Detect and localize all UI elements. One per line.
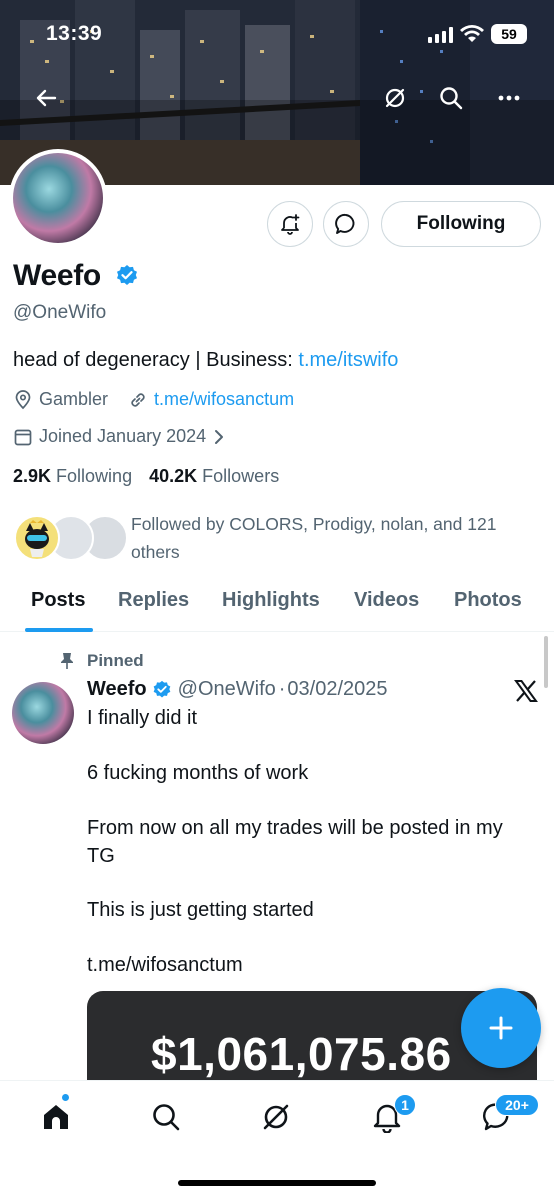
plus-icon <box>489 1016 513 1040</box>
active-tab-indicator <box>25 628 93 632</box>
search-button[interactable] <box>433 80 469 116</box>
post-line: From now on all my trades will be posted… <box>87 817 503 839</box>
profile-handle: @OneWifo <box>13 302 107 323</box>
nav-search[interactable] <box>144 1095 188 1139</box>
home-icon <box>44 1105 68 1129</box>
post-line: TG <box>87 845 115 867</box>
post-header: Weefo @OneWifo · 03/02/2025 <box>87 678 388 701</box>
profile-bio: head of degeneracy | Business: t.me/itsw… <box>13 349 398 372</box>
location-text: Gambler <box>39 389 109 409</box>
message-button[interactable] <box>323 201 369 247</box>
back-button[interactable] <box>28 80 64 116</box>
grok-icon <box>385 88 405 108</box>
notification-subscribe-button[interactable] <box>267 201 313 247</box>
location-pin-icon <box>13 389 33 410</box>
post-line: I finally did it <box>87 707 198 729</box>
search-icon <box>440 87 463 110</box>
profile-tabs: Posts Replies Highlights Videos Photos <box>0 584 554 632</box>
chat-bubble-icon <box>335 213 355 234</box>
tab-highlights[interactable]: Highlights <box>222 589 320 612</box>
bell-plus-icon <box>281 214 300 235</box>
post-separator: · <box>278 678 286 700</box>
post-line: 6 fucking months of work <box>87 762 309 784</box>
status-time: 13:39 <box>46 22 103 45</box>
follow-stats: 2.9K Following 40.2K Followers <box>13 466 279 487</box>
post-line: This is just getting started <box>87 899 314 921</box>
cat-avatar-icon <box>17 518 57 558</box>
link-icon <box>128 390 148 410</box>
profile-name: Weefo <box>13 259 101 292</box>
more-button[interactable] <box>491 80 527 116</box>
status-bar: 13:39 59 <box>0 0 554 70</box>
joined-row[interactable]: Joined January 2024 <box>13 426 230 447</box>
tab-videos[interactable]: Videos <box>354 589 419 612</box>
battery-indicator: 59 <box>491 24 527 44</box>
card-amount: $1,061,075.86 <box>151 1028 452 1080</box>
grok-icon <box>263 1104 289 1130</box>
tab-replies[interactable]: Replies <box>118 589 189 612</box>
nav-home[interactable] <box>34 1095 78 1139</box>
following-stat[interactable]: 2.9K Following <box>13 466 132 486</box>
post-author-name[interactable]: Weefo <box>87 678 147 701</box>
scrollbar[interactable] <box>544 636 548 688</box>
tab-posts[interactable]: Posts <box>31 589 85 612</box>
tab-photos[interactable]: Photos <box>454 589 522 612</box>
avatar-image <box>13 153 103 243</box>
following-button[interactable]: Following <box>381 201 541 247</box>
pinned-label: Pinned <box>59 651 144 671</box>
post-author-handle: @OneWifo <box>177 678 276 700</box>
grok-button[interactable] <box>377 80 413 116</box>
x-logo-icon <box>514 680 538 702</box>
wifi-icon <box>460 25 484 42</box>
followed-by-avatars[interactable] <box>14 515 128 561</box>
more-dots-icon <box>498 95 520 101</box>
pin-icon <box>61 653 73 669</box>
post-author-avatar[interactable] <box>12 682 74 744</box>
bio-text: head of degeneracy | Business: <box>13 349 299 371</box>
verified-badge-icon[interactable] <box>115 264 139 288</box>
bio-link[interactable]: t.me/itswifo <box>298 349 398 371</box>
home-unread-dot <box>61 1093 70 1102</box>
home-indicator <box>178 1180 376 1186</box>
profile-meta-row: Gambler t.me/wifosanctum <box>13 389 294 410</box>
chevron-right-icon <box>214 429 224 445</box>
search-icon <box>153 1104 180 1131</box>
followers-stat[interactable]: 40.2K Followers <box>149 466 279 486</box>
notifications-badge: 1 <box>394 1094 416 1116</box>
nav-grok[interactable] <box>254 1095 298 1139</box>
profile-avatar[interactable] <box>9 149 107 247</box>
calendar-icon <box>13 427 33 447</box>
back-arrow-icon <box>36 89 57 107</box>
compose-post-button[interactable] <box>461 988 541 1068</box>
messages-badge: 20+ <box>495 1094 539 1116</box>
followed-by-text[interactable]: Followed by COLORS, Prodigy, nolan, and … <box>131 510 541 566</box>
cellular-signal-icon <box>428 27 453 43</box>
joined-text: Joined January 2024 <box>39 426 207 446</box>
website-link[interactable]: t.me/wifosanctum <box>154 389 294 410</box>
follower-avatar-1 <box>14 515 60 561</box>
verified-badge-icon <box>153 680 170 697</box>
post-link[interactable]: t.me/wifosanctum <box>87 954 243 977</box>
post-date: 03/02/2025 <box>287 678 388 700</box>
